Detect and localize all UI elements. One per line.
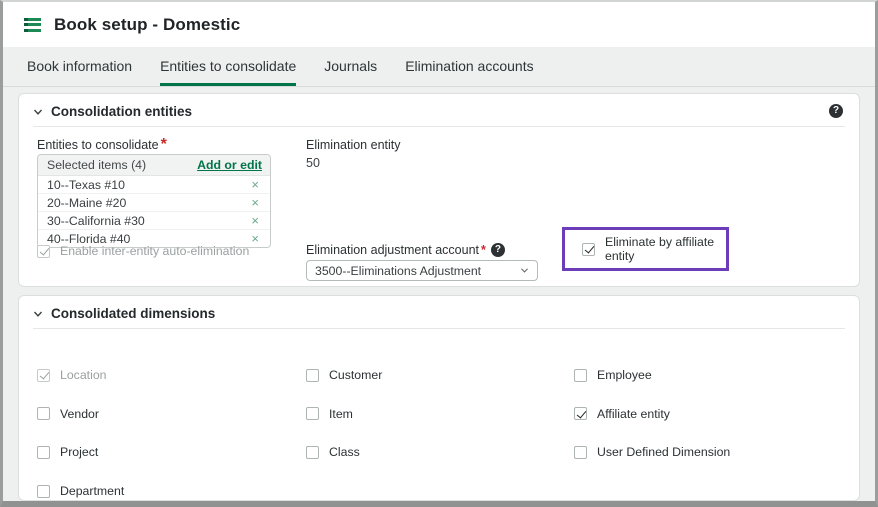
- dimension-checkbox-employee[interactable]: Employee: [574, 368, 859, 382]
- checkbox: [37, 369, 50, 382]
- checkbox: [574, 446, 587, 459]
- adjustment-account-select[interactable]: 3500--Eliminations Adjustment: [306, 260, 538, 281]
- tab-divider: [3, 86, 875, 87]
- page-header: Book setup - Domestic: [3, 2, 875, 47]
- dimension-checkbox-department[interactable]: Department: [37, 484, 306, 498]
- app-window: Book setup - Domestic Book information E…: [0, 0, 878, 507]
- entity-list-item: 20--Maine #20 ×: [38, 194, 270, 212]
- required-asterisk: *: [161, 136, 167, 153]
- tab-bar: Book information Entities to consolidate…: [3, 47, 875, 86]
- section-title: Consolidated dimensions: [51, 306, 215, 321]
- checkbox-label: Affiliate entity: [597, 407, 670, 421]
- checkbox: [37, 407, 50, 420]
- tab-book-information[interactable]: Book information: [27, 58, 132, 86]
- checkbox: [37, 245, 50, 258]
- listbox-header: Selected items (4) Add or edit: [38, 155, 270, 176]
- dimension-checkbox-project[interactable]: Project: [37, 445, 306, 459]
- selected-items-count: Selected items (4): [47, 158, 146, 172]
- elimination-entity-value: 50: [306, 156, 320, 170]
- dimension-checkbox-customer[interactable]: Customer: [306, 368, 574, 382]
- dimension-checkbox-vendor[interactable]: Vendor: [37, 407, 306, 421]
- dimension-checkbox-user-defined-dimension[interactable]: User Defined Dimension: [574, 445, 859, 459]
- dimension-checkbox-location[interactable]: Location: [37, 368, 306, 382]
- entities-field-label: Entities to consolidate*: [37, 136, 167, 154]
- elimination-entity-label: Elimination entity: [306, 138, 401, 152]
- remove-icon[interactable]: ×: [251, 196, 259, 209]
- section-header[interactable]: Consolidated dimensions: [33, 296, 845, 329]
- book-list-icon: [24, 18, 41, 32]
- selected-entities-listbox: Selected items (4) Add or edit 10--Texas…: [37, 154, 271, 248]
- checkbox-label: Project: [60, 445, 98, 459]
- section-title: Consolidation entities: [51, 104, 192, 119]
- auto-elimination-checkbox[interactable]: Enable inter-entity auto-elimination: [37, 244, 249, 258]
- checkbox: [574, 369, 587, 382]
- checkbox: [37, 446, 50, 459]
- page-title: Book setup - Domestic: [54, 15, 240, 35]
- required-asterisk: *: [481, 243, 486, 257]
- checkbox-label: Customer: [329, 368, 382, 382]
- chevron-down-icon: [520, 267, 529, 274]
- remove-icon[interactable]: ×: [251, 178, 259, 191]
- tab-journals[interactable]: Journals: [324, 58, 377, 86]
- entity-list-item: 10--Texas #10 ×: [38, 176, 270, 194]
- checkbox-label: Vendor: [60, 407, 99, 421]
- remove-icon[interactable]: ×: [251, 214, 259, 227]
- affiliate-entity-highlight-box: Eliminate by affiliate entity: [562, 227, 729, 271]
- checkbox-label: Employee: [597, 368, 652, 382]
- checkbox-label: User Defined Dimension: [597, 445, 730, 459]
- adjustment-account-label: Elimination adjustment account*: [306, 243, 486, 257]
- chevron-down-icon: [33, 107, 43, 117]
- section-header[interactable]: Consolidation entities: [33, 94, 845, 127]
- dimension-checkbox-item[interactable]: Item: [306, 407, 574, 421]
- checkbox: [574, 407, 587, 420]
- consolidation-entities-section: Consolidation entities ? Entities to con…: [18, 93, 860, 287]
- entity-list-item: 30--California #30 ×: [38, 212, 270, 230]
- checkbox-label: Item: [329, 407, 353, 421]
- checkbox: [37, 485, 50, 498]
- checkbox-label: Class: [329, 445, 360, 459]
- dimension-checkbox-affiliate-entity[interactable]: Affiliate entity: [574, 407, 859, 421]
- tab-elimination-accounts[interactable]: Elimination accounts: [405, 58, 533, 86]
- checkbox: [306, 446, 319, 459]
- remove-icon[interactable]: ×: [251, 232, 259, 245]
- help-icon[interactable]: ?: [829, 104, 843, 118]
- eliminate-by-affiliate-checkbox[interactable]: Eliminate by affiliate entity: [582, 235, 726, 263]
- chevron-down-icon: [33, 309, 43, 319]
- checkbox-label: Department: [60, 484, 124, 498]
- checkbox-label: Location: [60, 368, 107, 382]
- checkbox: [306, 369, 319, 382]
- add-or-edit-link[interactable]: Add or edit: [197, 158, 262, 172]
- checkbox: [582, 243, 595, 256]
- tab-entities-to-consolidate[interactable]: Entities to consolidate: [160, 58, 296, 86]
- consolidated-dimensions-section: Consolidated dimensions Location Customer…: [18, 295, 860, 501]
- help-icon[interactable]: ?: [491, 243, 505, 257]
- dimension-checkbox-class[interactable]: Class: [306, 445, 574, 459]
- checkbox: [306, 407, 319, 420]
- dimensions-grid: Location Customer Employee Vendor Item Affili…: [19, 329, 859, 507]
